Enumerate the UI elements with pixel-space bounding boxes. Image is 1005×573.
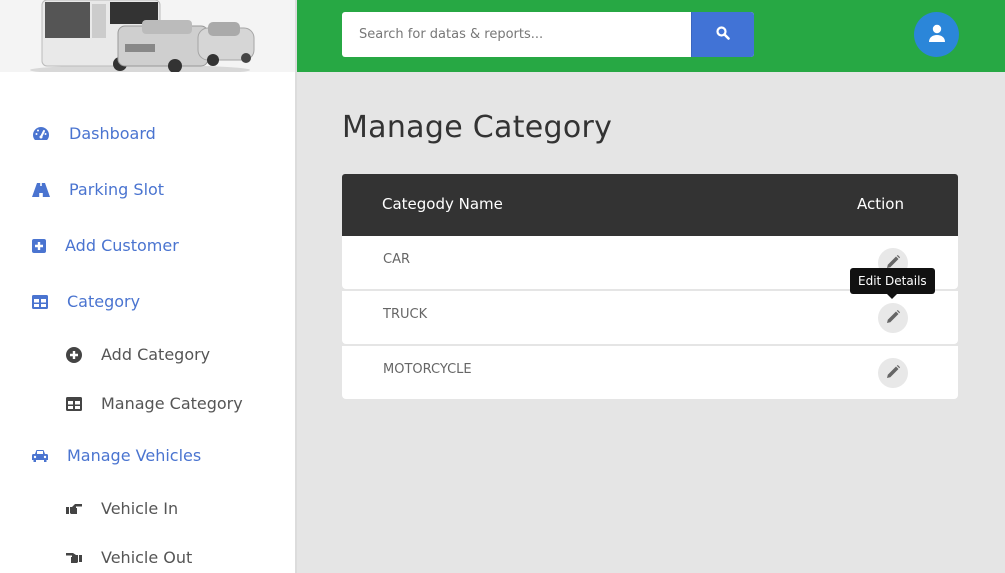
search-icon [716, 26, 730, 43]
search-form [342, 12, 754, 57]
table-header: Categody Name Action [342, 174, 958, 236]
sidebar-item-vehicle-in[interactable]: Vehicle In [66, 499, 178, 518]
column-header-action: Action [857, 195, 904, 213]
road-icon [32, 181, 50, 199]
sidebar-item-label: Add Customer [65, 236, 179, 255]
top-bar [297, 0, 1005, 72]
dashboard-icon [32, 125, 50, 143]
pencil-icon [886, 364, 900, 383]
table-icon [32, 293, 48, 311]
table-row: TRUCK [342, 291, 958, 344]
sidebar-item-add-category[interactable]: Add Category [66, 345, 210, 364]
sidebar-item-label: Category [67, 292, 141, 311]
sidebar-item-dashboard[interactable]: Dashboard [32, 124, 156, 143]
table-row: MOTORCYCLE [342, 346, 958, 399]
sidebar-item-parking-slot[interactable]: Parking Slot [32, 180, 164, 199]
sidebar-item-manage-category[interactable]: Manage Category [66, 394, 243, 413]
sidebar-item-manage-vehicles[interactable]: Manage Vehicles [32, 446, 201, 465]
category-name-cell: CAR [383, 252, 411, 267]
plus-circle-icon [66, 346, 82, 364]
hand-point-left-icon [66, 549, 82, 567]
sidebar: Dashboard Parking Slot Add Customer Cate… [0, 0, 297, 573]
edit-details-tooltip: Edit Details [850, 268, 935, 299]
column-header-category-name: Categody Name [382, 195, 503, 213]
plus-square-icon [32, 237, 46, 255]
edit-button[interactable] [878, 358, 908, 388]
vehicles-logo[interactable] [0, 0, 295, 72]
category-name-cell: TRUCK [383, 307, 428, 322]
search-button[interactable] [691, 12, 754, 57]
sidebar-item-label: Manage Category [101, 394, 243, 413]
table-icon [66, 395, 82, 413]
page-title: Manage Category [342, 110, 613, 145]
sidebar-item-label: Add Category [101, 345, 211, 364]
category-name-cell: MOTORCYCLE [383, 362, 472, 377]
search-input[interactable] [342, 12, 691, 57]
sidebar-item-label: Vehicle In [101, 499, 179, 518]
sidebar-item-label: Vehicle Out [101, 548, 193, 567]
sidebar-item-category[interactable]: Category [32, 292, 140, 311]
user-icon [928, 24, 946, 46]
hand-point-right-icon [66, 500, 82, 518]
car-icon [32, 447, 48, 465]
pencil-icon [886, 309, 900, 328]
sidebar-item-label: Manage Vehicles [67, 446, 202, 465]
sidebar-item-label: Parking Slot [69, 180, 165, 199]
sidebar-item-add-customer[interactable]: Add Customer [32, 236, 179, 255]
sidebar-item-vehicle-out[interactable]: Vehicle Out [66, 548, 192, 567]
edit-button[interactable] [878, 303, 908, 333]
sidebar-item-label: Dashboard [69, 124, 156, 143]
user-avatar-button[interactable] [914, 12, 959, 57]
